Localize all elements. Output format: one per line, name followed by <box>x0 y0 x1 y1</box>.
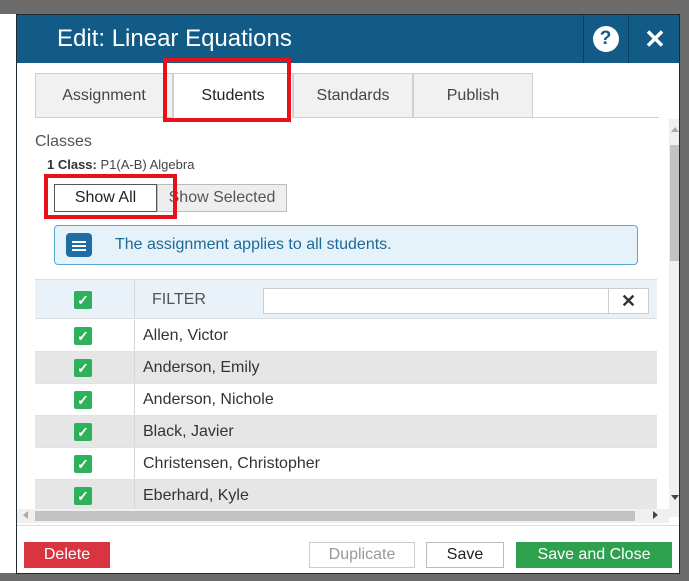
save-and-close-button[interactable]: Save and Close <box>516 542 672 568</box>
vertical-scrollbar[interactable] <box>669 119 679 517</box>
show-all-button[interactable]: Show All <box>54 184 157 212</box>
table-row[interactable]: ✓ Allen, Victor <box>35 320 657 352</box>
grid-header: ✓ FILTER ✕ <box>35 279 657 319</box>
student-name: Eberhard, Kyle <box>143 487 249 504</box>
close-icon: ✕ <box>644 23 666 54</box>
dialog-footer: Delete Duplicate Save Save and Close <box>17 525 679 573</box>
table-row[interactable]: ✓ Black, Javier <box>35 416 657 448</box>
horizontal-scrollbar[interactable] <box>17 509 669 523</box>
student-name: Black, Javier <box>143 423 234 440</box>
tab-standards[interactable]: Standards <box>293 73 413 118</box>
background-page-strip <box>0 0 689 14</box>
background-page-edge <box>680 0 689 581</box>
tab-publish[interactable]: Publish <box>413 73 533 118</box>
scroll-down-icon[interactable] <box>671 495 679 500</box>
class-summary: 1 Class: P1(A-B) Algebra <box>47 157 194 172</box>
filter-label: FILTER <box>152 291 206 308</box>
student-name: Allen, Victor <box>143 327 229 344</box>
tab-assignment[interactable]: Assignment <box>35 73 173 118</box>
class-count: 1 Class: <box>47 157 97 172</box>
filter-input[interactable] <box>263 288 609 314</box>
students-panel: Classes 1 Class: P1(A-B) Algebra Show Al… <box>35 119 669 517</box>
scroll-right-icon[interactable] <box>653 511 658 519</box>
background-page-bottom <box>0 573 689 581</box>
student-name: Christensen, Christopher <box>143 455 320 472</box>
vertical-scroll-thumb[interactable] <box>670 145 679 261</box>
save-button[interactable]: Save <box>426 542 504 568</box>
delete-button[interactable]: Delete <box>24 542 110 568</box>
edit-assignment-dialog: Edit: Linear Equations ? ✕ Assignment St… <box>16 14 680 574</box>
table-row[interactable]: ✓ Christensen, Christopher <box>35 448 657 480</box>
table-row[interactable]: ✓ Eberhard, Kyle <box>35 480 657 512</box>
tab-students[interactable]: Students <box>173 73 293 118</box>
row-checkbox[interactable]: ✓ <box>74 327 92 345</box>
row-checkbox[interactable]: ✓ <box>74 359 92 377</box>
duplicate-button[interactable]: Duplicate <box>309 542 415 568</box>
student-name: Anderson, Nichole <box>143 391 274 408</box>
class-name: P1(A-B) Algebra <box>100 157 195 172</box>
classes-heading: Classes <box>35 133 92 150</box>
row-checkbox[interactable]: ✓ <box>74 423 92 441</box>
close-button[interactable]: ✕ <box>628 15 679 63</box>
horizontal-scroll-thumb[interactable] <box>35 511 635 521</box>
scroll-left-icon[interactable] <box>23 511 28 519</box>
row-checkbox[interactable]: ✓ <box>74 391 92 409</box>
select-all-checkbox[interactable]: ✓ <box>74 291 92 309</box>
dialog-title: Edit: Linear Equations <box>57 25 292 52</box>
scroll-up-icon[interactable] <box>671 127 679 132</box>
info-message: The assignment applies to all students. <box>54 225 638 265</box>
show-selected-button[interactable]: Show Selected <box>157 184 287 212</box>
table-row[interactable]: ✓ Anderson, Emily <box>35 352 657 384</box>
student-name: Anderson, Emily <box>143 359 260 376</box>
info-message-text: The assignment applies to all students. <box>115 236 392 253</box>
help-icon: ? <box>592 26 619 52</box>
row-checkbox[interactable]: ✓ <box>74 455 92 473</box>
clear-filter-button[interactable]: ✕ <box>609 288 649 314</box>
tab-bar: Assignment Students Standards Publish <box>35 73 659 118</box>
help-button[interactable]: ? <box>583 15 627 63</box>
table-row[interactable]: ✓ Anderson, Nichole <box>35 384 657 416</box>
dialog-titlebar: Edit: Linear Equations ? ✕ <box>17 15 679 63</box>
row-checkbox[interactable]: ✓ <box>74 487 92 505</box>
chat-bubble-icon <box>66 233 92 257</box>
